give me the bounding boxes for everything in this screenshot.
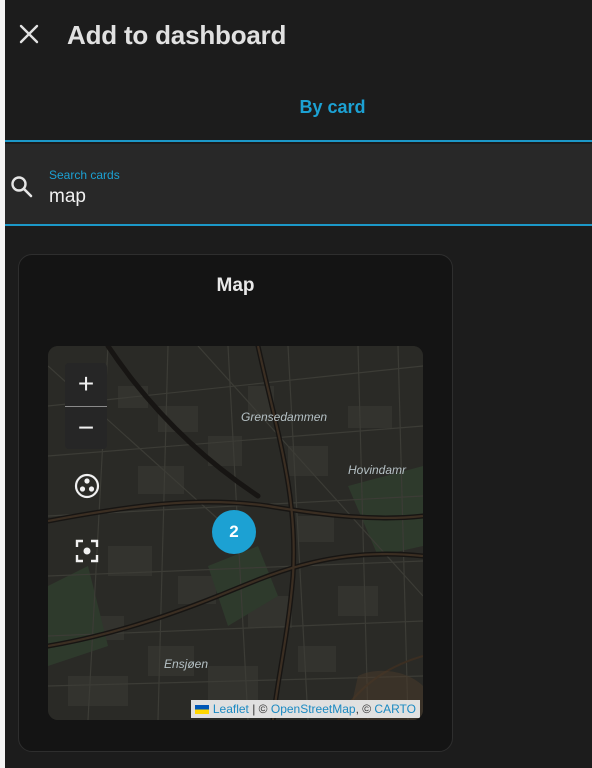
map-attribution: Leaflet | © OpenStreetMap , © CARTO [190,700,420,718]
tab-bar: By card [5,72,592,142]
leaflet-link[interactable]: Leaflet [213,702,249,716]
zoom-control: + − [65,363,107,449]
close-button[interactable] [13,18,45,50]
place-label: Hovindamr [348,463,407,477]
card-option-map[interactable]: Map + − Grensedammen Hovindamr Ensjøen 2… [18,254,453,752]
marker-cluster[interactable]: 2 [212,510,256,554]
dialog-title: Add to dashboard [67,20,287,50]
tab-by-card[interactable]: By card [5,72,592,142]
tab-indicator [5,140,592,142]
attribution-separator: | © [248,702,271,716]
zoom-in-button[interactable]: + [65,363,107,405]
card-title: Map [216,275,255,296]
attribution-separator: , © [355,702,375,716]
focus-entities-icon [74,473,100,499]
carto-link[interactable]: CARTO [374,702,416,716]
fit-bounds-button[interactable] [72,536,102,566]
search-field[interactable]: Search cards [5,144,592,226]
ukraine-flag-icon [194,704,209,714]
map-preview[interactable]: + − Grensedammen Hovindamr Ensjøen 2 Lea… [48,346,423,720]
place-label: Ensjøen [164,657,209,671]
openstreetmap-link[interactable]: OpenStreetMap [271,702,356,716]
search-label: Search cards [49,168,120,182]
add-to-dashboard-dialog: Add to dashboard By card Search cards Ma… [5,0,592,768]
close-icon [19,24,39,44]
search-icon [11,176,33,198]
dialog-header: Add to dashboard [5,0,592,72]
reset-view-button[interactable] [72,471,102,501]
zoom-out-button[interactable]: − [65,407,107,449]
fit-screen-icon [75,539,99,563]
search-input[interactable] [49,184,549,210]
place-label: Grensedammen [241,410,328,424]
